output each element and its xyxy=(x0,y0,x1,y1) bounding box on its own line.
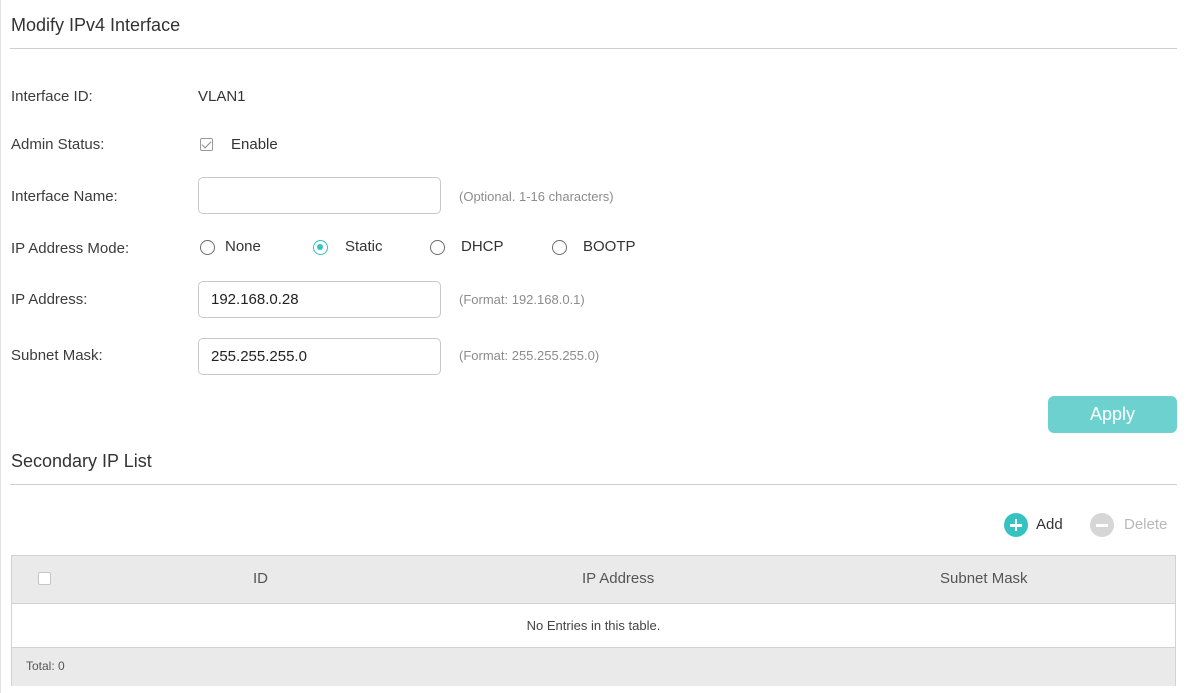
section-title-secondary-ip: Secondary IP List xyxy=(11,451,152,471)
add-label[interactable]: Add xyxy=(1036,516,1063,533)
interface-id-value: VLAN1 xyxy=(198,88,246,105)
radio-none-icon[interactable] xyxy=(200,240,215,255)
section-divider-secondary xyxy=(10,484,1177,485)
subnet-mask-input[interactable] xyxy=(198,338,441,375)
radio-dhcp-icon[interactable] xyxy=(430,240,445,255)
delete-label[interactable]: Delete xyxy=(1124,516,1167,533)
admin-status-enable-label[interactable]: Enable xyxy=(231,136,278,153)
ip-address-mode-label: IP Address Mode: xyxy=(11,240,130,257)
ip-address-label: IP Address: xyxy=(11,291,88,308)
radio-static-label[interactable]: Static xyxy=(345,238,383,255)
column-header-id: ID xyxy=(253,570,268,587)
radio-bootp-icon[interactable] xyxy=(552,240,567,255)
delete-button[interactable]: Delete xyxy=(1090,513,1178,537)
radio-none-label[interactable]: None xyxy=(225,238,261,255)
table-header: ID IP Address Subnet Mask xyxy=(12,556,1175,604)
ip-address-hint: (Format: 192.168.0.1) xyxy=(459,292,585,307)
subnet-mask-hint: (Format: 255.255.255.0) xyxy=(459,348,600,363)
section-title-modify-ipv4: Modify IPv4 Interface xyxy=(11,15,181,35)
secondary-ip-table: ID IP Address Subnet Mask No Entries in … xyxy=(11,555,1176,686)
radio-static-icon[interactable] xyxy=(313,240,328,255)
interface-id-label: Interface ID: xyxy=(11,88,93,105)
empty-table-message: No Entries in this table. xyxy=(12,604,1175,647)
admin-status-label: Admin Status: xyxy=(11,136,105,153)
add-button[interactable]: Add xyxy=(1004,513,1072,537)
radio-bootp-label[interactable]: BOOTP xyxy=(583,238,636,255)
column-header-ip-address: IP Address xyxy=(582,570,655,587)
table-footer: Total: 0 xyxy=(12,647,1175,686)
subnet-mask-label: Subnet Mask: xyxy=(11,347,103,364)
column-header-subnet-mask: Subnet Mask xyxy=(940,570,1028,587)
ipv4-interface-page: Modify IPv4 Interface Interface ID: VLAN… xyxy=(0,0,1187,693)
radio-dhcp-label[interactable]: DHCP xyxy=(461,238,504,255)
section-divider xyxy=(10,48,1177,49)
interface-name-hint: (Optional. 1-16 characters) xyxy=(459,189,614,204)
admin-status-checkbox[interactable] xyxy=(200,138,213,151)
ip-address-input[interactable] xyxy=(198,281,441,318)
panel-left-border xyxy=(0,0,1,693)
plus-circle-icon[interactable] xyxy=(1004,513,1028,537)
apply-button[interactable]: Apply xyxy=(1048,396,1177,433)
interface-name-input[interactable] xyxy=(198,177,441,214)
select-all-checkbox[interactable] xyxy=(38,572,51,585)
radio-selected-dot xyxy=(317,244,323,250)
interface-name-label: Interface Name: xyxy=(11,188,118,205)
checkmark-icon xyxy=(201,138,212,149)
total-count: Total: 0 xyxy=(26,659,65,673)
minus-circle-icon[interactable] xyxy=(1090,513,1114,537)
